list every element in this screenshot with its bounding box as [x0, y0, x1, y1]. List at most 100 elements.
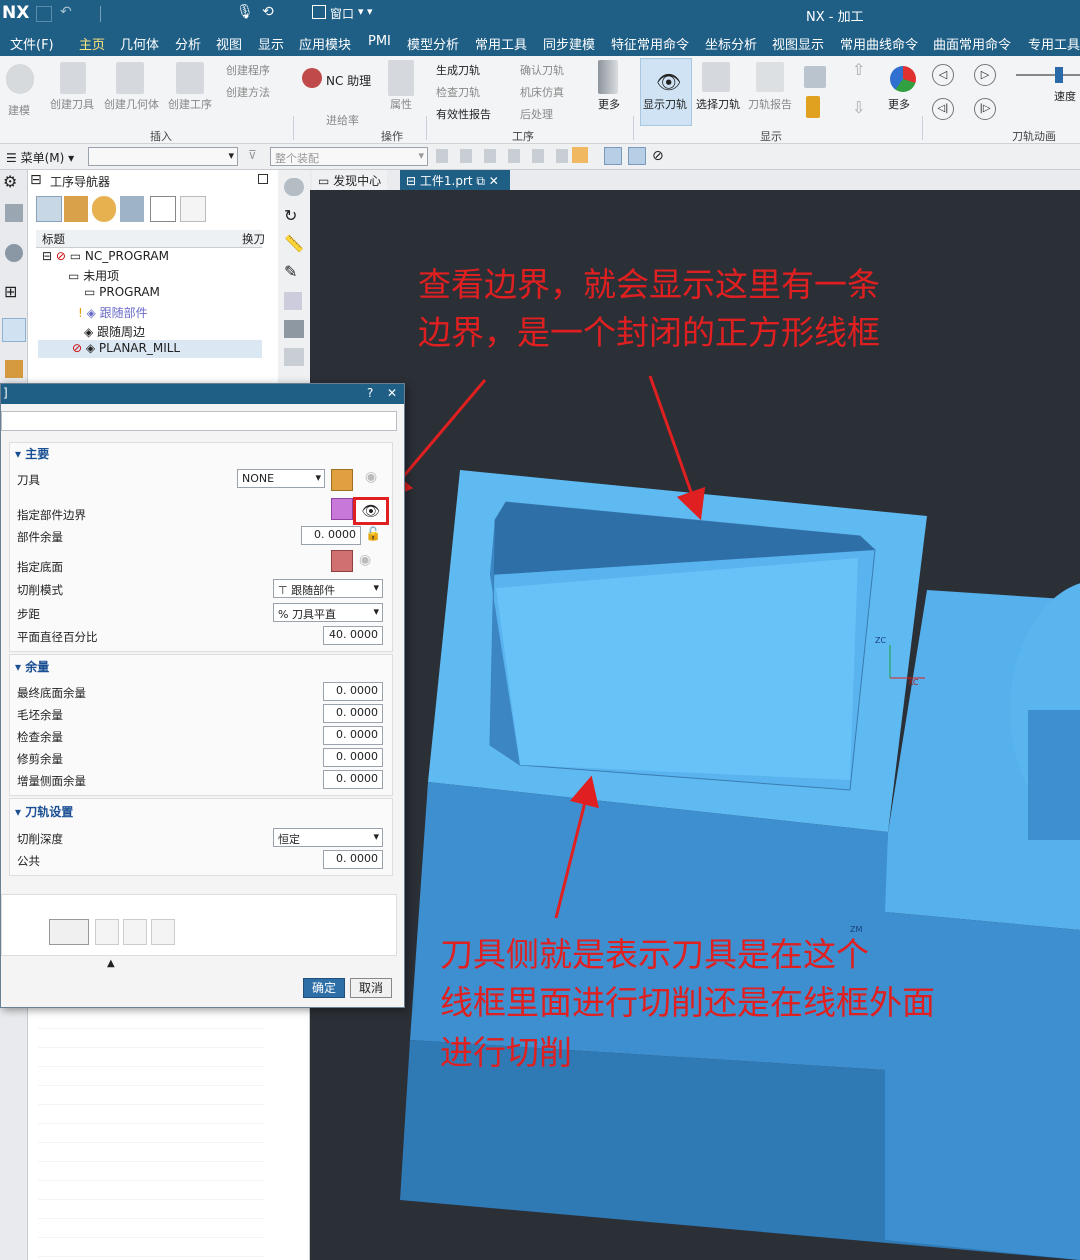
menu-file[interactable]: 文件(F) — [10, 34, 54, 53]
show-boundary-eye-button[interactable]: 👁 — [353, 497, 389, 525]
save-icon[interactable] — [36, 6, 52, 22]
common-field[interactable]: 0. 0000 — [323, 850, 383, 869]
rotate-icon[interactable]: ↻ — [284, 206, 297, 225]
navigator-icon[interactable] — [2, 318, 26, 342]
select-floor-icon[interactable] — [331, 550, 353, 572]
cancel-button[interactable]: 取消 — [350, 978, 392, 998]
rewind-icon[interactable]: ◁ — [932, 64, 954, 86]
filter-dropdown[interactable] — [88, 147, 238, 166]
end-mill-icon[interactable] — [598, 60, 618, 94]
incr-side-field[interactable]: 0. 0000 — [323, 770, 383, 789]
touch-icon[interactable]: ⟲ — [262, 4, 274, 20]
chevron-down-icon[interactable]: ▾ ▾ — [358, 5, 373, 18]
maximize-icon[interactable] — [258, 174, 268, 184]
show-icon[interactable] — [628, 147, 646, 165]
program-view-icon[interactable] — [36, 196, 62, 222]
menu-coord-analysis[interactable]: 坐标分析 — [705, 34, 757, 53]
help-button[interactable]: ? — [367, 386, 373, 400]
brush-icon[interactable]: ✎ — [284, 262, 297, 281]
ok-button[interactable]: 确定 — [303, 978, 345, 998]
menu-common-tools[interactable]: 常用工具 — [475, 34, 527, 53]
undo-icon[interactable]: ↶ — [60, 4, 72, 20]
select-boundary-icon[interactable] — [331, 498, 353, 520]
section-path-header[interactable]: ▾ 刀轨设置 — [15, 803, 73, 820]
close-button[interactable]: ✕ — [387, 386, 397, 400]
view-icon[interactable] — [572, 147, 588, 163]
menu-view[interactable]: 视图 — [216, 34, 242, 53]
section-main-header[interactable]: ▾ 主要 — [15, 445, 49, 462]
create-geometry-icon[interactable] — [116, 62, 144, 94]
menu-view-display[interactable]: 视图显示 — [772, 34, 824, 53]
tool-dropdown[interactable]: NONE — [237, 469, 325, 488]
menu-analysis[interactable]: 分析 — [175, 34, 201, 53]
show-floor-eye-icon[interactable]: ◉ — [359, 552, 371, 568]
filter-icon[interactable]: ⊽ — [248, 148, 257, 162]
part-icon[interactable] — [5, 204, 23, 222]
blank-stock-field[interactable]: 0. 0000 — [323, 704, 383, 723]
add-view-icon[interactable] — [284, 292, 302, 310]
hide-icon[interactable]: ⊘ — [652, 148, 664, 164]
attributes-icon[interactable] — [388, 60, 414, 96]
validity-report-button[interactable]: 有效性报告 — [436, 106, 491, 122]
tree-row-follow-periphery[interactable]: ◈ 跟随周边 — [84, 323, 145, 340]
measure-icon[interactable]: 📏 — [284, 234, 304, 253]
menu-model-analysis[interactable]: 模型分析 — [407, 34, 459, 53]
new-tool-icon[interactable] — [331, 469, 353, 491]
select-path-icon[interactable] — [702, 62, 730, 92]
edit-tool-eye-icon[interactable]: ◉ — [359, 469, 383, 491]
cut-depth-dropdown[interactable]: 恒定 — [273, 828, 383, 847]
menu-pmi[interactable]: PMI — [368, 34, 391, 49]
play-icon[interactable]: ▷ — [974, 64, 996, 86]
check-tool-button[interactable]: 检查刀轨 — [436, 84, 480, 100]
flat-pct-field[interactable]: 40. 0000 — [323, 626, 383, 645]
orient-icon[interactable] — [284, 178, 304, 196]
machine-sim-button[interactable]: 机床仿真 — [520, 84, 564, 100]
tree-row-follow-part[interactable]: ! ◈ 跟随部件 — [78, 304, 148, 321]
create-program-button[interactable]: 创建程序 — [226, 62, 270, 78]
col-tool[interactable]: 换刀 — [242, 231, 265, 247]
add-icon[interactable] — [150, 196, 176, 222]
generate-path-button[interactable]: 生成刀轨 — [436, 62, 480, 78]
tool-display-icon[interactable] — [806, 96, 820, 118]
arrow-up-icon[interactable]: ⇧ — [852, 60, 865, 79]
remove-icon[interactable] — [180, 196, 206, 222]
verify-path-button[interactable]: 确认刀轨 — [520, 62, 564, 78]
post-process-button[interactable]: 后处理 — [520, 106, 553, 122]
menu-feature-commands[interactable]: 特征常用命令 — [611, 34, 689, 53]
tree-row-program[interactable]: ▭ PROGRAM — [84, 285, 160, 299]
section-icon[interactable] — [284, 348, 304, 366]
dialog-name-field[interactable] — [1, 411, 397, 431]
snap-icons[interactable] — [436, 149, 586, 163]
nc-assist-icon[interactable] — [302, 68, 322, 88]
tab-part[interactable]: ⊟ 工件1.prt ⧉ ✕ — [400, 170, 510, 190]
layer-icon[interactable] — [284, 320, 304, 338]
menu-home[interactable]: 主页 — [79, 34, 106, 58]
section-stock-header[interactable]: ▾ 余量 — [15, 658, 49, 675]
final-floor-field[interactable]: 0. 0000 — [323, 682, 383, 701]
display-option-icon[interactable] — [804, 66, 826, 88]
check-stock-field[interactable]: 0. 0000 — [323, 726, 383, 745]
verify-icon[interactable] — [123, 919, 147, 945]
speed-slider[interactable] — [1055, 67, 1063, 83]
color-wheel-icon[interactable] — [890, 66, 916, 92]
menu-surface-commands[interactable]: 曲面常用命令 — [933, 34, 1011, 53]
create-operation-icon[interactable] — [176, 62, 204, 94]
tree-icon[interactable]: ⊞ — [4, 282, 17, 301]
menu-button[interactable]: ☰ 菜单(M) ▾ — [6, 149, 74, 166]
menu-applications[interactable]: 应用模块 — [299, 34, 351, 53]
nc-assist-button[interactable]: NC 助理 — [326, 72, 371, 89]
more-button[interactable]: 更多 — [598, 96, 620, 112]
generate-icon[interactable] — [49, 919, 89, 945]
window-menu[interactable]: 窗口 — [330, 5, 354, 22]
stepover-dropdown[interactable]: % 刀具平直 — [273, 603, 383, 622]
microphone-icon[interactable]: 🎙 — [236, 4, 254, 20]
machine-view-icon[interactable] — [64, 196, 88, 222]
build-icon[interactable] — [6, 64, 34, 94]
menu-geometry[interactable]: 几何体 — [120, 34, 159, 53]
feed-rate-button[interactable]: 进给率 — [326, 112, 359, 128]
assembly-dropdown[interactable]: 整个装配 — [270, 147, 428, 166]
path-report-icon[interactable] — [756, 62, 784, 92]
more-button-2[interactable]: 更多 — [888, 96, 910, 112]
cut-pattern-dropdown[interactable]: ⊤ 跟随部件 — [273, 579, 383, 598]
menu-special-tools[interactable]: 专用工具 — [1028, 34, 1080, 53]
